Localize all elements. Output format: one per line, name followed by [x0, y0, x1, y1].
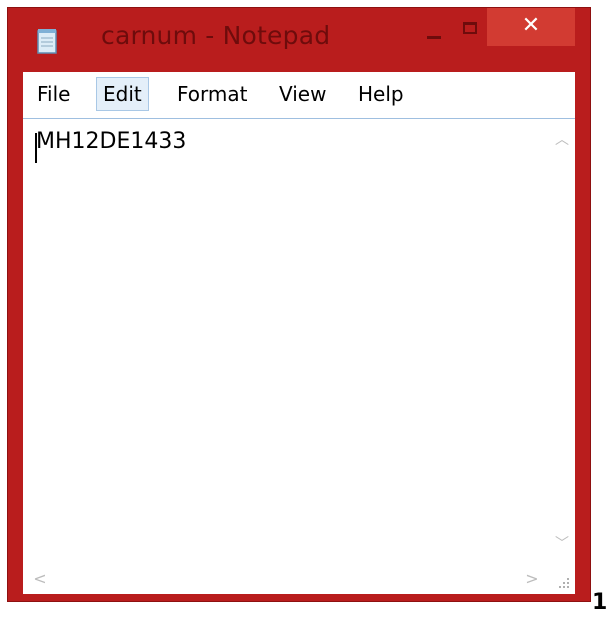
grip-dot: [563, 582, 565, 584]
scroll-right-icon[interactable]: >: [519, 564, 545, 594]
maximize-icon: [463, 22, 477, 34]
editor-text[interactable]: MH12DE1433: [36, 129, 186, 154]
text-editor[interactable]: MH12DE1433 ︿ ﹀ < >: [23, 118, 575, 594]
scroll-up-icon[interactable]: ︿: [549, 127, 575, 153]
size-grip-icon[interactable]: [549, 564, 575, 594]
menu-bar: File Edit Format View Help: [23, 72, 575, 118]
page-number: 1: [592, 590, 606, 615]
menu-edit[interactable]: Edit: [96, 77, 149, 111]
maximize-button[interactable]: [461, 8, 487, 46]
close-button[interactable]: ✕: [487, 8, 575, 46]
minimize-icon: [427, 36, 441, 39]
grip-dot: [567, 582, 569, 584]
title-bar[interactable]: carnum - Notepad ✕: [8, 8, 590, 69]
grip-dot: [563, 586, 565, 588]
vertical-scrollbar[interactable]: ︿ ﹀: [549, 119, 575, 565]
notepad-window: carnum - Notepad ✕ File Edit Format View…: [7, 7, 591, 602]
scroll-left-icon[interactable]: <: [27, 564, 53, 594]
grip-dot: [559, 586, 561, 588]
minimize-button[interactable]: [409, 8, 461, 46]
horizontal-scrollbar[interactable]: < >: [23, 564, 549, 594]
text-caret: [35, 133, 37, 163]
menu-format[interactable]: Format: [170, 77, 254, 111]
menu-file[interactable]: File: [30, 77, 77, 111]
window-title: carnum - Notepad: [101, 21, 331, 50]
scroll-down-icon[interactable]: ﹀: [549, 531, 575, 557]
menu-help[interactable]: Help: [351, 77, 411, 111]
close-icon: ✕: [521, 13, 541, 38]
grip-dot: [567, 578, 569, 580]
notepad-app-icon[interactable]: [36, 28, 58, 54]
menu-view[interactable]: View: [272, 77, 333, 111]
grip-dot: [567, 586, 569, 588]
